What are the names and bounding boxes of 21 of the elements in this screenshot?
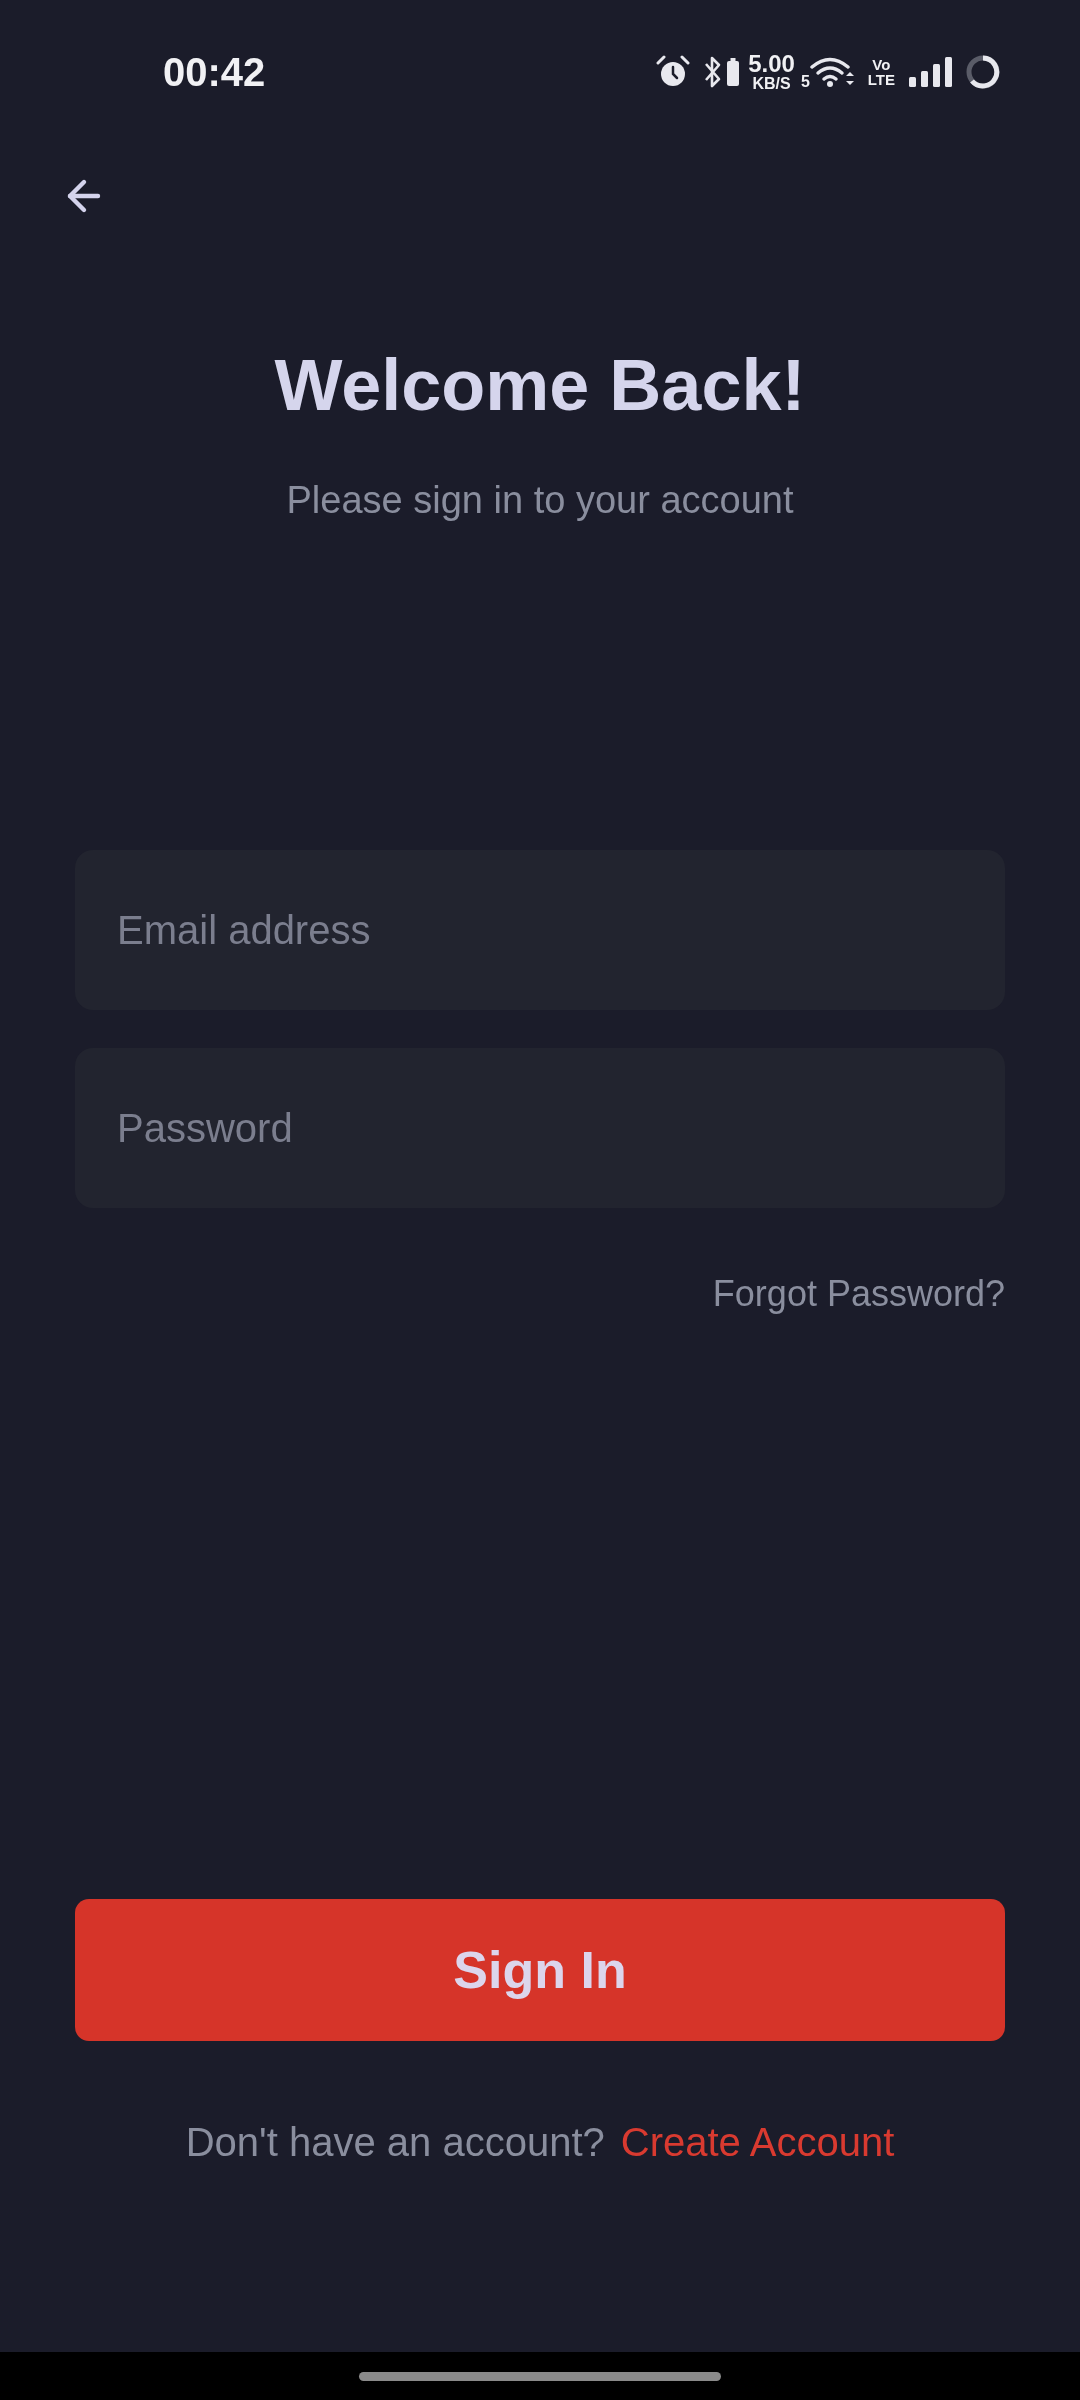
welcome-subtitle: Please sign in to your account: [286, 478, 794, 523]
gesture-handle-icon[interactable]: [359, 2371, 721, 2381]
forgot-password-link[interactable]: Forgot Password?: [712, 1272, 1005, 1316]
status-time: 00:42: [163, 52, 266, 92]
email-field[interactable]: Email address: [75, 850, 1005, 1010]
volte-label-top: Vo: [872, 57, 891, 72]
battery-icon: [727, 58, 740, 86]
signal-bars-icon: [909, 57, 953, 87]
create-account-link[interactable]: Create Account: [620, 2118, 895, 2166]
volte-label-bottom: LTE: [867, 72, 895, 87]
bluetooth-icon: [704, 55, 723, 89]
network-speed-unit: KB/S: [752, 76, 791, 92]
wifi-band-label: 5: [800, 74, 810, 90]
password-field[interactable]: Password: [75, 1048, 1005, 1208]
network-speed-value: 5.00: [748, 52, 795, 76]
sign-in-button[interactable]: Sign In: [75, 1899, 1005, 2041]
alarm-clock-icon: [656, 55, 691, 89]
wifi-icon: [809, 56, 854, 88]
no-account-prompt: Don't have an account?: [185, 2119, 605, 2166]
progress-ring-icon: [965, 54, 1001, 90]
welcome-title: Welcome Back!: [274, 344, 806, 426]
